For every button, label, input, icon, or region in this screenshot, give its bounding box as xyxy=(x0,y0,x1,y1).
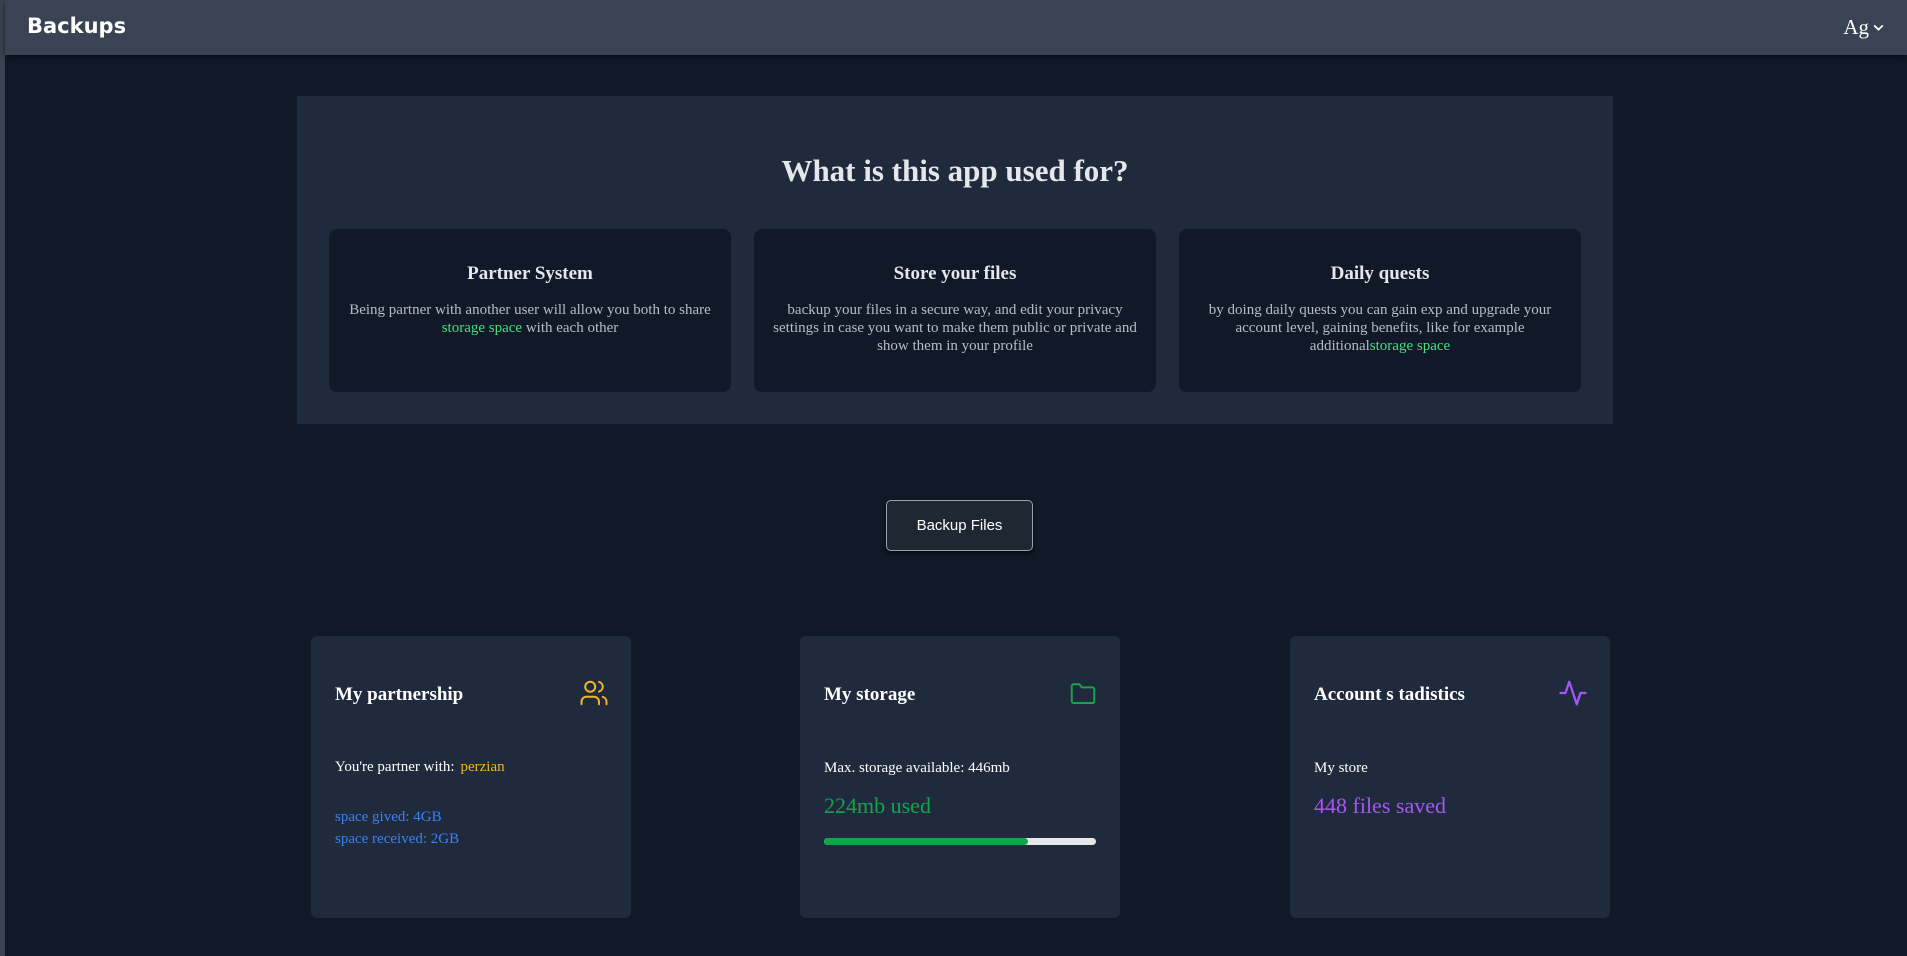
top-navbar: Backups Ag xyxy=(5,0,1907,55)
feature-card-store-files: Store your files backup your files in a … xyxy=(754,229,1156,392)
space-gived: space gived: 4GB xyxy=(335,809,442,825)
info-title: What is this app used for? xyxy=(781,153,1129,188)
feature-card-daily-quests: Daily quests by doing daily quests you c… xyxy=(1179,229,1581,392)
storage-card: My storage Max. storage available: 446mb… xyxy=(800,636,1120,918)
backup-files-button[interactable]: Backup Files xyxy=(886,500,1033,551)
partnership-card: My partnership You're partner with: perzi… xyxy=(311,636,631,918)
feature-description: Being partner with another user will all… xyxy=(349,302,711,336)
app-brand[interactable]: Backups xyxy=(27,14,126,38)
feature-card-partner-system: Partner System Being partner with anothe… xyxy=(329,229,731,392)
feature-description: backup your files in a secure way, and e… xyxy=(773,302,1137,354)
storage-space-highlight: storage space xyxy=(441,320,523,336)
partner-label: You're partner with: xyxy=(335,759,455,775)
statistics-card: Account s tadistics My store 448 files s… xyxy=(1290,636,1610,918)
partner-line: You're partner with: perzian xyxy=(335,759,505,776)
chevron-down-icon xyxy=(1873,24,1884,31)
space-received: space received: 2GB xyxy=(335,831,460,847)
storage-progress-fill xyxy=(824,838,1028,845)
user-menu-label: Ag xyxy=(1843,15,1869,39)
card-title: My storage xyxy=(824,684,916,705)
card-title: My partnership xyxy=(335,684,464,705)
feature-title: Partner System xyxy=(467,263,593,284)
storage-used: 224mb used xyxy=(824,793,931,818)
partner-name[interactable]: perzian xyxy=(461,759,505,775)
feature-title: Store your files xyxy=(893,263,1017,284)
storage-space-highlight: storage space xyxy=(1369,338,1451,354)
store-label: My store xyxy=(1314,760,1368,776)
card-title: Account s tadistics xyxy=(1314,684,1465,705)
max-storage: Max. storage available: 446mb xyxy=(824,760,1010,776)
users-icon xyxy=(580,680,608,706)
storage-progress-bar xyxy=(824,838,1096,845)
app-info-panel: What is this app used for? Partner Syste… xyxy=(297,96,1613,424)
activity-icon xyxy=(1559,680,1587,706)
feature-description: by doing daily quests you can gain exp a… xyxy=(1208,302,1552,354)
feature-title: Daily quests xyxy=(1330,263,1430,284)
files-saved: 448 files saved xyxy=(1314,793,1446,818)
user-menu[interactable]: Ag xyxy=(1843,15,1885,40)
folder-icon xyxy=(1070,683,1096,704)
